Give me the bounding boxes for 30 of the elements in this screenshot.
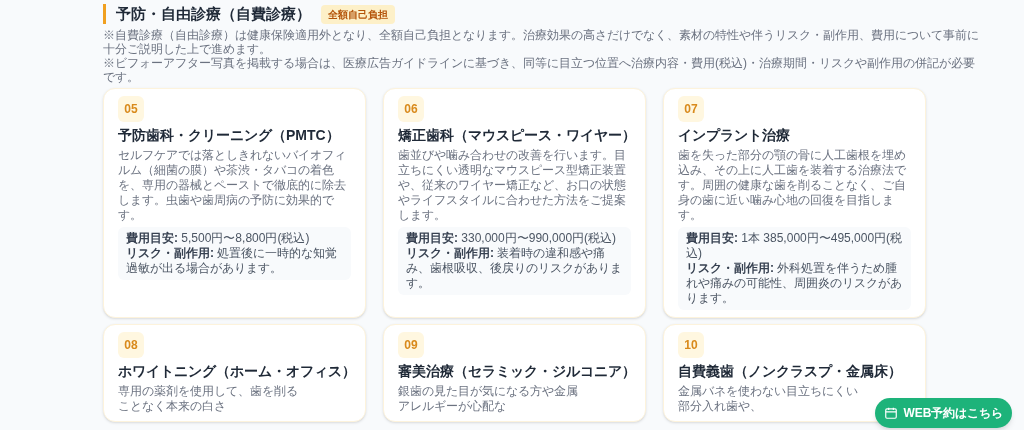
risk-text: リスク・副作用: 装着時の違和感や痛み、歯根吸収、後戻りのリスクがあります。	[406, 245, 623, 291]
note-text: ※ビフォーアフター写真を掲載する場合は、医療広告ガイドラインに基づき、同等に目立つ位置へ治療内容・費用(税込)・治療期間・リスクや副作用の併記が必要です。	[103, 55, 976, 84]
calendar-icon	[883, 406, 898, 420]
card-title: 審美治療（セラミック・ジルコニア）	[398, 361, 636, 381]
card-title: 予防歯科・クリーニング（PMTC）	[118, 125, 340, 145]
card-title: ホワイトニング（ホーム・オフィス）	[118, 361, 356, 381]
number-badge: 08	[118, 331, 144, 358]
card-title: 自費義歯（ノンクラスプ・金属床）	[678, 361, 902, 381]
card-title: インプラント治療	[678, 125, 790, 145]
section-title: 予防・自由診療（自費診療）	[116, 4, 311, 24]
cost-text: 費用目安: 330,000円〜990,000円(税込)	[406, 230, 618, 246]
cost-badge: 全額自己負担	[321, 4, 395, 24]
cost-text: 費用目安: 1本 385,000円〜495,000円(税込)	[686, 230, 903, 261]
card-description: 銀歯の見た目が気になる方や金属アレルギーが心配な	[398, 383, 579, 414]
web-booking-button[interactable]: WEB予約はこちら	[875, 398, 1012, 428]
number-badge: 09	[398, 331, 424, 358]
card-description: 歯を失った部分の顎の骨に人工歯根を埋め込み、その上に人工歯を装着する治療法です。周囲の健康な歯を削ることなく、ご自身の歯に近い噛み心地の回復を目指します。	[678, 147, 907, 223]
risk-text: リスク・副作用: 外科処置を伴うため腫れや痛みの可能性、周囲炎のリスクがあります。	[686, 260, 903, 306]
risk-text: リスク・副作用: 処置後に一時的な知覚過敏が出る場合があります。	[126, 245, 339, 276]
number-badge: 06	[398, 95, 424, 122]
card-description: 歯並びや噛み合わせの改善を行います。目立ちにくい透明なマウスピース型矯正装置や、従来のワイヤー矯正など、お口の状態やライフスタイルに合わせた方法をご提案します。	[398, 147, 627, 223]
card-description: 金属バネを使わない目立ちにくい部分入れ歯や、	[678, 383, 859, 414]
note-text: ※自費診療（自由診療）は健康保険適用外となり、全額自己負担となります。治療効果の高さだけでなく、素材の特性や伴うリスク・副作用、費用について事前に十分ご説明した上で進めます。	[103, 27, 980, 56]
card-description: セルフケアでは落としきれないバイオフィルム（細菌の膜）や茶渋・タバコの着色を、専用の器械とペーストで徹底的に除去します。虫歯や歯周病の予防に効果的です。	[118, 147, 347, 223]
card-title: 矯正歯科（マウスピース・ワイヤー）	[398, 125, 636, 145]
number-badge: 07	[678, 95, 704, 122]
cost-text: 費用目安: 5,500円〜8,800円(税込)	[126, 230, 311, 246]
number-badge: 05	[118, 95, 144, 122]
number-badge: 10	[678, 331, 704, 358]
card-description: 専用の薬剤を使用して、歯を削ることなく本来の白さ	[118, 383, 299, 414]
